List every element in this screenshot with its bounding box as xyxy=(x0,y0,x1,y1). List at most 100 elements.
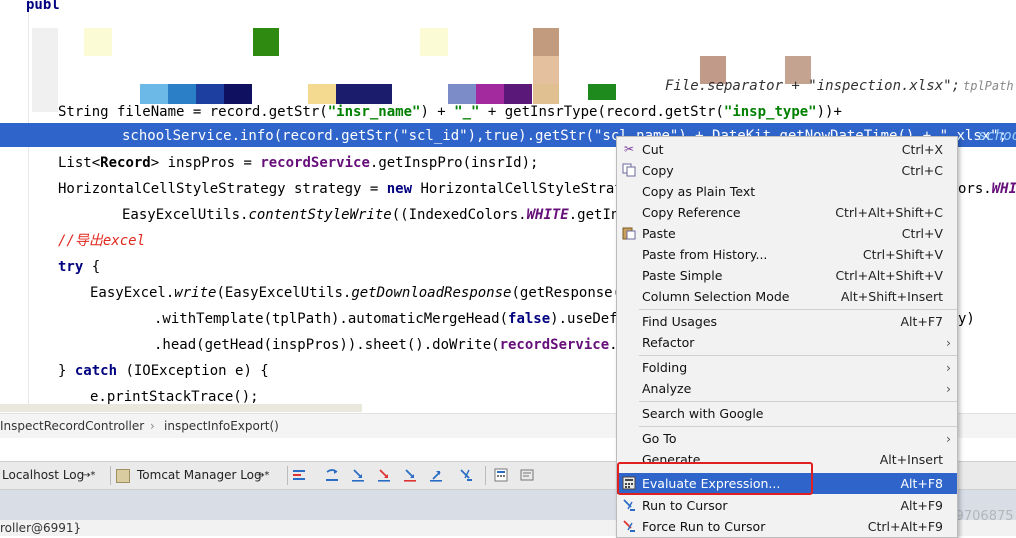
menu-shortcut: Alt+F8 xyxy=(900,476,943,491)
tab-localhost-log[interactable]: Localhost Log →* xyxy=(0,462,108,489)
menu-item-search-with-google[interactable]: Search with Google xyxy=(617,403,957,424)
menu-item-go-to[interactable]: Go To › xyxy=(617,428,957,449)
trace-icon[interactable] xyxy=(520,468,534,482)
breadcrumb-method[interactable]: inspectInfoExport() xyxy=(164,419,279,433)
code-token: ((IndexedColors. xyxy=(391,207,527,223)
code-token: WHIT xyxy=(991,181,1016,197)
force-step-into-icon[interactable] xyxy=(377,468,391,482)
code-token: getDownloadResponse xyxy=(351,285,512,301)
code-comment: //导出excel xyxy=(58,233,146,249)
highlight-box xyxy=(617,462,813,495)
code-token: "insr_name" xyxy=(327,104,421,120)
code-line: EasyExcelUtils.contentStyleWrite((Indexe… xyxy=(122,202,645,228)
divider xyxy=(287,466,288,485)
menu-item-analyze[interactable]: Analyze › xyxy=(617,378,957,399)
step-over-icon[interactable] xyxy=(325,468,339,482)
menu-item-find-usages[interactable]: Find Usages Alt+F7 xyxy=(617,311,957,332)
scissors-icon: ✂ xyxy=(623,142,635,156)
tomcat-icon xyxy=(116,469,130,483)
redaction-block xyxy=(533,56,559,84)
menu-item-column-selection-mode[interactable]: Column Selection Mode Alt+Shift+Insert xyxy=(617,286,957,307)
menu-item-cut[interactable]: ✂ Cut Ctrl+X xyxy=(617,139,957,160)
menu-label: Force Run to Cursor xyxy=(642,519,766,534)
menu-label: Paste Simple xyxy=(642,268,723,283)
code-token: .withTemplate(tplPath).automaticMergeHea… xyxy=(154,311,509,327)
redaction-block xyxy=(84,28,112,56)
redaction-block xyxy=(588,84,616,100)
menu-item-run-to-cursor[interactable]: Run to Cursor Alt+F9 xyxy=(617,495,957,516)
code-token: HorizontalCellStyleStrategy xyxy=(58,181,286,197)
code-line: .head(getHead(inspPros)).sheet().doWrite… xyxy=(154,332,643,358)
code-line: String fileName = record.getStr("insr_na… xyxy=(58,99,842,125)
code-token: List< xyxy=(58,155,101,171)
code-token: .getInspPro(insrId); xyxy=(369,155,539,171)
code-token: File.separator + "inspection.xlsx"; xyxy=(665,78,961,94)
breadcrumb-class[interactable]: InspectRecordController xyxy=(0,419,144,433)
smart-step-into-icon[interactable] xyxy=(403,468,417,482)
code-token: .head(getHead(inspPros)).sheet().doWrite… xyxy=(154,337,500,353)
code-line: publ xyxy=(26,0,60,18)
redaction-block xyxy=(253,28,279,56)
code-token: catch xyxy=(74,363,118,379)
menu-item-copy-reference[interactable]: Copy Reference Ctrl+Alt+Shift+C xyxy=(617,202,957,223)
menu-item-force-run-to-cursor[interactable]: Force Run to Cursor Ctrl+Alt+F9 xyxy=(617,516,957,537)
menu-shortcut: Alt+Shift+Insert xyxy=(840,289,943,304)
code-token: write xyxy=(174,285,217,301)
submenu-arrow-icon: › xyxy=(946,335,951,350)
pin-icon[interactable]: →* xyxy=(256,462,269,489)
menu-item-copy-plain-text[interactable]: Copy as Plain Text xyxy=(617,181,957,202)
menu-shortcut: Ctrl+C xyxy=(901,163,943,178)
menu-item-paste-simple[interactable]: Paste Simple Ctrl+Alt+Shift+V xyxy=(617,265,957,286)
menu-shortcut: Ctrl+Shift+V xyxy=(862,247,943,262)
show-execution-point-icon[interactable] xyxy=(292,468,306,482)
menu-separator xyxy=(639,426,957,427)
menu-label: Search with Google xyxy=(642,406,764,421)
menu-shortcut: Ctrl+Alt+Shift+V xyxy=(835,268,943,283)
divider xyxy=(485,466,486,485)
code-token: strategy = xyxy=(285,181,387,197)
code-token: + getInsrType(record.getStr( xyxy=(479,104,724,120)
menu-label: Find Usages xyxy=(642,314,718,329)
tab-label: Localhost Log xyxy=(2,468,85,482)
code-token: "insp_type" xyxy=(723,104,817,120)
pin-icon[interactable]: →* xyxy=(82,462,95,489)
menu-label: Cut xyxy=(642,142,664,157)
code-token: ) + xyxy=(420,104,455,120)
menu-shortcut: Ctrl+V xyxy=(901,226,943,241)
menu-label: Copy xyxy=(642,163,674,178)
menu-label: Refactor xyxy=(642,335,695,350)
menu-item-folding[interactable]: Folding › xyxy=(617,357,957,378)
step-into-icon[interactable] xyxy=(351,468,365,482)
redaction-block xyxy=(32,28,58,112)
menu-item-refactor[interactable]: Refactor › xyxy=(617,332,957,353)
menu-item-paste[interactable]: Paste Ctrl+V xyxy=(617,223,957,244)
breadcrumb-separator: › xyxy=(150,419,155,433)
code-token: y) xyxy=(958,311,975,327)
menu-label: Copy as Plain Text xyxy=(642,184,756,199)
menu-label: Folding xyxy=(642,360,688,375)
code-line: } catch (IOException e) { xyxy=(58,358,269,384)
tab-tomcat-manager-log[interactable]: Tomcat Manager Log →* xyxy=(116,462,286,489)
divider xyxy=(110,466,111,485)
code-token: contentStyleWrite xyxy=(248,207,392,223)
code-token: WHITE xyxy=(526,207,569,223)
code-token: (EasyExcelUtils. xyxy=(216,285,352,301)
code-token: publ xyxy=(26,0,60,13)
submenu-arrow-icon: › xyxy=(946,431,951,446)
menu-shortcut: Ctrl+Alt+F9 xyxy=(867,519,943,534)
code-token: recordService xyxy=(260,155,370,171)
paste-icon xyxy=(622,226,636,240)
copy-icon xyxy=(622,163,636,177)
code-token: > inspPros = xyxy=(150,155,261,171)
code-line: EasyExcel.write(EasyExcelUtils.getDownlo… xyxy=(90,280,638,306)
code-line: ors.WHIT xyxy=(958,176,1016,202)
step-out-icon[interactable] xyxy=(429,468,443,482)
menu-shortcut: Ctrl+X xyxy=(901,142,943,157)
evaluate-expression-icon[interactable] xyxy=(494,468,508,482)
code-token: EasyExcelUtils. xyxy=(122,207,249,223)
run-to-cursor-icon[interactable] xyxy=(459,468,473,482)
menu-shortcut: Alt+F9 xyxy=(900,498,943,513)
menu-item-paste-from-history[interactable]: Paste from History... Ctrl+Shift+V xyxy=(617,244,957,265)
menu-item-copy[interactable]: Copy Ctrl+C xyxy=(617,160,957,181)
frame-label: roller@6991} xyxy=(0,521,82,535)
